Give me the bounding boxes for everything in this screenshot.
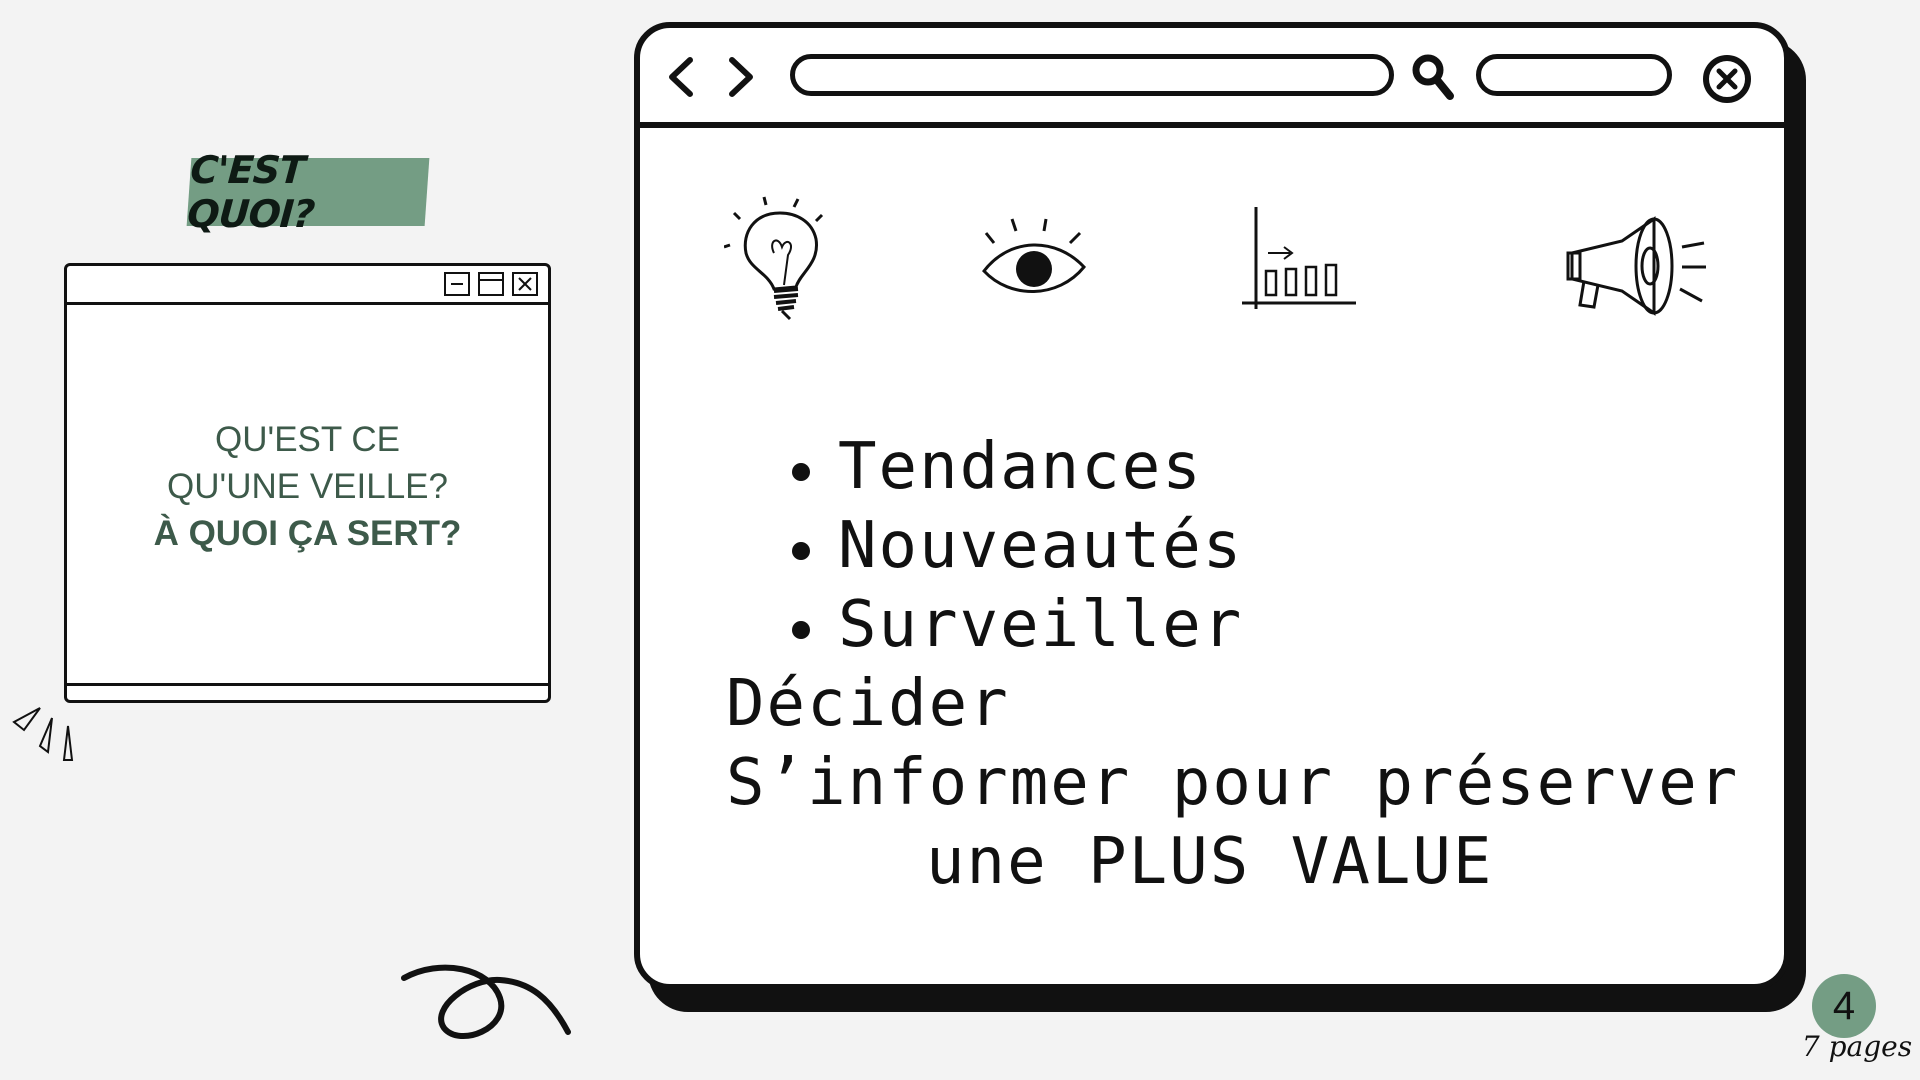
bar-chart-icon — [1242, 207, 1356, 309]
icon-row — [640, 193, 1784, 333]
maximize-icon[interactable] — [478, 272, 504, 296]
browser-toolbar — [640, 28, 1784, 128]
question-line-2: QU'UNE VEILLE? — [167, 467, 448, 506]
search-icon[interactable] — [1410, 52, 1456, 102]
sparkle-lines-icon — [12, 707, 74, 761]
content-text: Tendances Nouveautés Surveiller Décider … — [726, 428, 1739, 902]
section-title-tag: C'EST QUOI? — [186, 148, 430, 236]
page-total-label: 7 pages — [1801, 1030, 1913, 1063]
page-number: 4 — [1832, 983, 1856, 1028]
section-title-label: C'EST QUOI? — [185, 148, 316, 236]
eye-icon — [982, 218, 1086, 293]
address-bar[interactable] — [790, 54, 1394, 96]
close-circle-icon[interactable] — [1700, 52, 1754, 106]
question-line-3: À QUOI ÇA SERT? — [153, 514, 462, 553]
browser-window: Tendances Nouveautés Surveiller Décider … — [634, 22, 1790, 990]
close-icon[interactable] — [512, 272, 538, 296]
line-decider: Décider — [726, 667, 1010, 741]
line-informer: S’informer pour préserver — [726, 746, 1740, 820]
bullet-list: Tendances Nouveautés Surveiller — [726, 428, 1739, 665]
minimize-icon[interactable] — [444, 272, 470, 296]
list-item: Nouveautés — [791, 507, 1739, 586]
secondary-input-bar[interactable] — [1476, 54, 1672, 96]
question-line-1: QU'EST CE — [215, 420, 400, 459]
small-window-footer-line — [67, 683, 548, 686]
small-window: QU'EST CE QU'UNE VEILLE? À QUOI ÇA SERT? — [64, 263, 551, 703]
list-item: Tendances — [791, 428, 1739, 507]
question-text: QU'EST CE QU'UNE VEILLE? À QUOI ÇA SERT? — [67, 416, 548, 557]
page-number-badge: 4 — [1812, 974, 1876, 1038]
small-window-titlebar — [67, 266, 548, 305]
megaphone-icon — [1566, 216, 1706, 316]
line-plus-value: une PLUS VALUE — [926, 825, 1494, 899]
list-item: Surveiller — [791, 586, 1739, 665]
lightbulb-icon — [724, 196, 824, 321]
loop-swirl-icon — [401, 964, 571, 1040]
forward-arrow-icon[interactable] — [720, 54, 760, 100]
back-arrow-icon[interactable] — [662, 54, 702, 100]
